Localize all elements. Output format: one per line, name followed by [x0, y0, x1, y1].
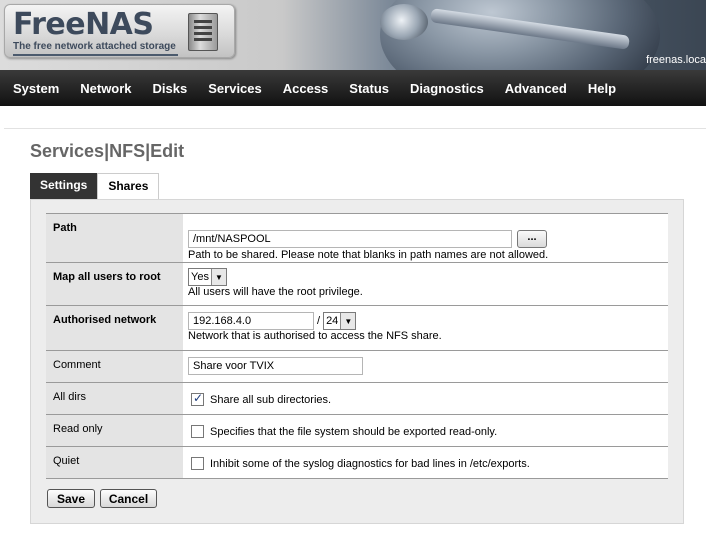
nav-item-diagnostics[interactable]: Diagnostics: [410, 81, 484, 96]
nav-item-status[interactable]: Status: [349, 81, 389, 96]
network-label: Authorised network: [46, 305, 183, 351]
mapall-label: Map all users to root: [46, 262, 183, 306]
mapall-select[interactable]: Yes ▼: [188, 268, 227, 286]
alldirs-text: Share all sub directories.: [210, 393, 332, 406]
readonly-checkbox[interactable]: [191, 425, 204, 438]
form-row-alldirs: All dirs Share all sub directories.: [46, 382, 668, 415]
cancel-button[interactable]: Cancel: [100, 489, 157, 508]
nav-item-network[interactable]: Network: [80, 81, 131, 96]
save-button[interactable]: Save: [47, 489, 95, 508]
chevron-down-icon: ▼: [210, 269, 226, 285]
logo-tagline: The free network attached storage: [13, 41, 176, 52]
network-hint: Network that is authorised to access the…: [188, 330, 442, 342]
path-input[interactable]: /mnt/NASPOOL: [188, 230, 512, 248]
comment-label: Comment: [46, 350, 183, 383]
page-title: Services|NFS|Edit: [30, 141, 185, 161]
quiet-checkbox[interactable]: [191, 457, 204, 470]
readonly-label: Read only: [46, 414, 183, 447]
readonly-text: Specifies that the file system should be…: [210, 425, 498, 438]
nfs-share-form: Path /mnt/NASPOOL ... Path to be shared.…: [46, 213, 668, 479]
path-hint: Path to be shared. Please note that blan…: [188, 249, 549, 261]
network-mask-select[interactable]: 24 ▼: [323, 312, 357, 330]
quiet-label: Quiet: [46, 446, 183, 479]
form-row-readonly: Read only Specifies that the file system…: [46, 414, 668, 447]
comment-input[interactable]: Share voor TVIX: [188, 357, 363, 375]
tab-settings[interactable]: Settings: [30, 173, 98, 199]
nav-item-advanced[interactable]: Advanced: [505, 81, 567, 96]
server-box-icon: [188, 13, 218, 51]
nav-item-access[interactable]: Access: [283, 81, 329, 96]
alldirs-label: All dirs: [46, 382, 183, 415]
nav-item-help[interactable]: Help: [588, 81, 616, 96]
hostname: freenas.loca: [646, 54, 706, 66]
tab-shares[interactable]: Shares: [97, 173, 160, 199]
browse-button[interactable]: ...: [517, 230, 547, 248]
chevron-down-icon: ▼: [340, 313, 356, 329]
nav-item-services[interactable]: Services: [208, 81, 262, 96]
form-row-network: Authorised network 192.168.4.0 / 24 ▼ Ne…: [46, 305, 668, 351]
mapall-selected-value: Yes: [191, 271, 209, 283]
form-row-quiet: Quiet Inhibit some of the syslog diagnos…: [46, 446, 668, 479]
header-banner: FreeNAS The free network attached storag…: [0, 0, 706, 70]
logo-underline: [13, 54, 178, 56]
tab-bar: Settings Shares: [30, 173, 160, 199]
form-row-mapall: Map all users to root Yes ▼ All users wi…: [46, 262, 668, 306]
network-address-input[interactable]: 192.168.4.0: [188, 312, 314, 330]
form-row-comment: Comment Share voor TVIX: [46, 350, 668, 383]
form-row-path: Path /mnt/NASPOOL ... Path to be shared.…: [46, 213, 668, 263]
network-mask-value: 24: [326, 315, 339, 327]
logo-name: FreeNAS: [13, 7, 154, 42]
mapall-hint: All users will have the root privilege.: [188, 286, 363, 298]
nav-item-system[interactable]: System: [13, 81, 59, 96]
main-nav: System Network Disks Services Access Sta…: [0, 70, 706, 106]
nav-item-disks[interactable]: Disks: [153, 81, 188, 96]
path-label: Path: [46, 213, 183, 263]
quiet-text: Inhibit some of the syslog diagnostics f…: [210, 457, 530, 470]
hard-disk-hub-image: [380, 4, 428, 40]
alldirs-checkbox[interactable]: [191, 391, 204, 406]
freenas-logo[interactable]: FreeNAS The free network attached storag…: [4, 4, 235, 58]
network-separator: /: [317, 315, 321, 327]
